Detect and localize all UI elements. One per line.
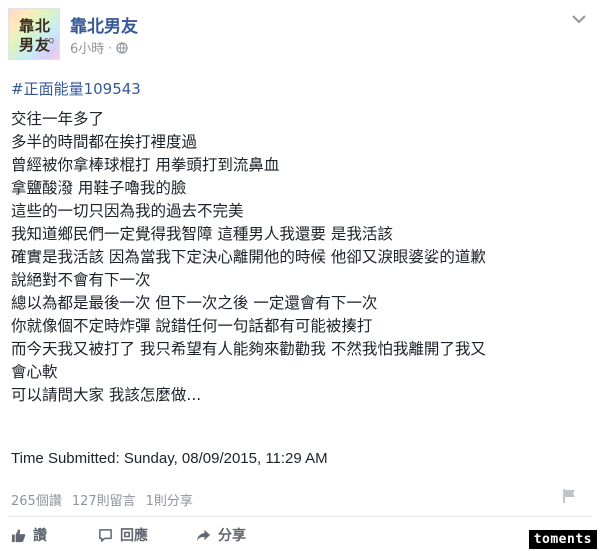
post-line: 確實是我活該 因為當我下定決心離開他的時候 他卻又淚眼婆娑的道歉 [11,248,486,266]
comment-button[interactable]: 回應 [98,523,148,547]
share-label: 分享 [218,528,246,544]
chevron-down-icon[interactable] [572,14,586,24]
post-body: 交往一年多了 多半的時間都在挨打裡度過 曾經被你拿棒球棍打 用拳頭打到流鼻血 拿… [11,108,596,407]
post-line: 交往一年多了 [11,110,105,128]
meta-separator: · [108,40,113,55]
comment-label: 回應 [120,528,148,544]
share-icon [196,529,211,541]
post-line: 曾經被你拿棒球棍打 用拳頭打到流鼻血 [11,156,280,174]
post-line: 拿鹽酸潑 用鞋子嚕我的臉 [11,179,187,197]
thumbs-up-icon [11,528,26,542]
post-line: 說絕對不會有下一次 [11,271,151,289]
facebook-post: 靠北 男友 FQ 靠北男友 6小時 · #正面能量109543 交往一年多了 多… [0,0,600,551]
globe-icon [116,41,128,54]
share-button[interactable]: 分享 [196,523,246,547]
action-bar: 讚 回應 分享 [0,523,600,547]
post-line: 你就像個不定時炸彈 說錯任何一句話都有可能被揍打 [11,317,373,335]
page-avatar[interactable]: 靠北 男友 FQ [8,8,60,60]
post-line: 而今天我又被打了 我只希望有人能夠來勸勸我 不然我怕我離開了我又 [11,340,486,358]
flag-icon[interactable] [562,488,578,504]
post-line: 會心軟 [11,363,58,381]
like-label: 讚 [33,528,47,544]
divider [8,516,592,517]
post-line: 可以請問大家 我該怎麼做... [11,386,202,404]
like-count[interactable]: 265個讚 [11,490,62,509]
post-meta: 6小時 · [70,38,128,57]
post-time[interactable]: 6小時 [70,38,104,57]
time-submitted: Time Submitted: Sunday, 08/09/2015, 11:2… [11,450,328,467]
post-line: 多半的時間都在挨打裡度過 [11,133,198,151]
hashtag-link[interactable]: #正面能量109543 [11,78,141,99]
comment-count[interactable]: 127則留言 [72,490,136,509]
post-line: 這些的一切只因為我的過去不完美 [11,202,244,220]
avatar-tag: FQ [44,37,54,45]
post-line: 我知道鄉民們一定覺得我智障 這種男人我還要 是我活該 [11,225,393,243]
like-button[interactable]: 讚 [11,523,47,547]
watermark-logo: toments [528,530,597,549]
avatar-text-line1: 靠北 [18,17,51,35]
page-name-link[interactable]: 靠北男友 [70,12,138,37]
post-line: 總以為都是最後一次 但下一次之後 一定還會有下一次 [11,294,378,312]
post-stats: 265個讚 127則留言 1則分享 [11,490,193,509]
share-count[interactable]: 1則分享 [146,490,193,509]
comment-icon [99,528,112,542]
